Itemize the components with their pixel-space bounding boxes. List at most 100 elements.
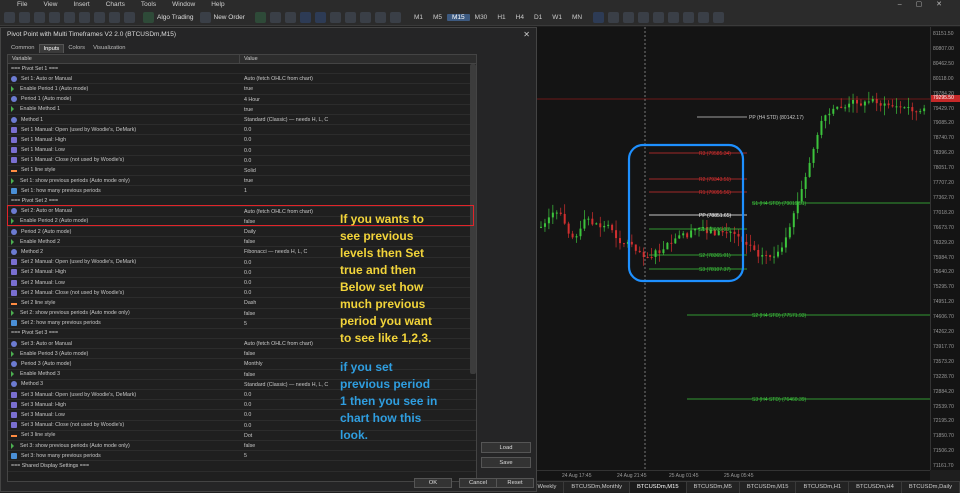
load-button[interactable]: Load [481, 442, 531, 453]
timeframe-d1[interactable]: D1 [529, 14, 547, 21]
table-row[interactable]: Period 1 (Auto mode) 4 Hour [8, 95, 476, 105]
price-chart[interactable]: PP (H4 STD) (80142.17) R3 (79585.34) R2 (7… [537, 27, 930, 470]
ide-icon[interactable] [109, 11, 120, 23]
zoom-in-icon[interactable] [299, 11, 311, 23]
menu-item-help[interactable]: Help [203, 1, 232, 8]
table-row[interactable]: Enable Period 3 (Auto mode) false [8, 349, 476, 360]
menu-item-tools[interactable]: Tools [133, 1, 164, 8]
row-value[interactable]: 0.0 [240, 125, 476, 134]
indicators-icon[interactable] [374, 11, 386, 23]
chart-shift-icon[interactable] [359, 11, 371, 23]
table-row[interactable]: Set 1 Manual: Low 0.0 [8, 146, 476, 156]
window-controls[interactable]: – ▢ ✕ [890, 0, 956, 8]
equidistant-channel-icon[interactable] [668, 11, 680, 23]
crosshair-icon[interactable] [608, 11, 620, 23]
row-value[interactable]: 0.0 [240, 146, 476, 155]
cancel-button[interactable]: Cancel [459, 478, 497, 488]
row-value[interactable]: true [240, 105, 476, 114]
tab-colors[interactable]: Colors [64, 44, 89, 53]
row-value[interactable]: 0.0 [240, 156, 476, 165]
terminal-icon[interactable] [79, 11, 90, 23]
table-row[interactable]: Set 1: how many previous periods 1 [8, 186, 476, 197]
chart-tab[interactable]: BTCUSDm,H1 [796, 481, 850, 493]
chart-tab[interactable]: BTCUSDm,H4 [849, 481, 902, 493]
chart-tab[interactable]: BTCUSDm,M15 [630, 481, 687, 493]
line-chart-icon[interactable] [284, 11, 296, 23]
timeframe-mn[interactable]: MN [567, 14, 587, 21]
zoom-out-icon[interactable] [314, 11, 326, 23]
horizontal-line-icon[interactable] [638, 11, 650, 23]
table-row[interactable]: Set 3: how many previous periods 5 [8, 451, 476, 462]
reset-button[interactable]: Reset [496, 478, 534, 488]
table-row[interactable]: Set 1 Manual: High 0.0 [8, 135, 476, 146]
menu-item-charts[interactable]: Charts [98, 1, 133, 8]
table-row[interactable]: Enable Period 1 (Auto mode) true [8, 84, 476, 95]
profiles-icon[interactable] [19, 11, 30, 23]
row-value[interactable] [240, 64, 476, 73]
menu-item-view[interactable]: View [35, 1, 65, 8]
tab-inputs[interactable]: Inputs [38, 44, 65, 53]
row-value[interactable] [240, 461, 476, 470]
vertical-line-icon[interactable] [623, 11, 635, 23]
algo-trading-button[interactable]: Algo Trading [157, 14, 194, 21]
table-row[interactable]: Set 1 line style Solid [8, 166, 476, 177]
timeframe-m30[interactable]: M30 [470, 14, 493, 21]
row-value[interactable]: 0.0 [240, 135, 476, 144]
table-row[interactable]: Set 1: show previous periods (Auto mode … [8, 176, 476, 187]
row-value[interactable] [240, 196, 476, 205]
new-order-icon[interactable] [199, 11, 211, 23]
chart-tab[interactable]: BTCUSDm,Daily [902, 481, 960, 493]
chart-tab[interactable]: BTCUSDm,M15 [740, 481, 797, 493]
table-scrollbar[interactable] [470, 64, 476, 374]
autoscroll-icon[interactable] [344, 11, 356, 23]
new-chart-icon[interactable] [4, 11, 15, 23]
candlestick-icon[interactable] [269, 11, 281, 23]
menu-item-insert[interactable]: Insert [65, 1, 97, 8]
timeframe-w1[interactable]: W1 [547, 14, 567, 21]
tab-common[interactable]: Common [7, 44, 39, 53]
ok-button[interactable]: OK [414, 478, 452, 488]
row-value[interactable]: 1 [240, 186, 476, 195]
bar-chart-icon[interactable] [254, 11, 266, 23]
data-window-icon[interactable] [64, 11, 75, 23]
chart-tab[interactable]: BTCUSDm,Monthly [564, 481, 630, 493]
timeframe-m1[interactable]: M1 [409, 14, 428, 21]
tab-visualization[interactable]: Visualization [89, 44, 129, 53]
timeframe-h4[interactable]: H4 [511, 14, 529, 21]
fibonacci-icon[interactable] [683, 11, 695, 23]
grid-icon[interactable] [329, 11, 341, 23]
save-button[interactable]: Save [481, 457, 531, 468]
options-icon[interactable] [124, 11, 135, 23]
row-value[interactable]: false [240, 349, 476, 358]
algo-trading-icon[interactable] [143, 11, 154, 23]
timeframe-m15[interactable]: M15 [447, 13, 470, 21]
table-row[interactable]: Enable Method 1 true [8, 105, 476, 115]
cursor-icon[interactable] [593, 11, 605, 23]
close-icon[interactable]: ✕ [523, 30, 530, 39]
timeframe-m5[interactable]: M5 [428, 14, 447, 21]
table-row[interactable]: Set 1: Auto or Manual Auto (fetch OHLC fr… [8, 74, 476, 85]
strategy-tester-icon[interactable] [94, 11, 105, 23]
shapes-icon[interactable] [713, 11, 725, 23]
table-row[interactable]: Set 1 Manual: Open (used by Woodie's, De… [8, 125, 476, 136]
row-value[interactable]: 5 [240, 451, 476, 460]
chart-tab[interactable]: BTCUSDm,M5 [687, 481, 740, 493]
templates-icon[interactable] [389, 11, 401, 23]
market-watch-icon[interactable] [34, 11, 45, 23]
row-value[interactable]: true [240, 84, 476, 93]
table-row[interactable]: Set 1 Manual: Close (not used by Woodie'… [8, 156, 476, 166]
table-row[interactable]: === Shared Display Settings === [8, 461, 476, 472]
text-tool-icon[interactable] [698, 11, 710, 23]
trendline-icon[interactable] [653, 11, 665, 23]
table-row[interactable]: === Pivot Set 1 === [8, 64, 476, 75]
row-value[interactable]: Solid [240, 166, 476, 175]
new-order-button[interactable]: New Order [214, 14, 245, 21]
row-value[interactable]: true [240, 176, 476, 185]
row-value[interactable]: Standard (Classic) — needs H, L, C [240, 115, 476, 124]
navigator-icon[interactable] [49, 11, 60, 23]
timeframe-h1[interactable]: H1 [492, 14, 510, 21]
table-row[interactable]: Method 1 Standard (Classic) — needs H, L,… [8, 115, 476, 126]
row-value[interactable]: Auto (fetch OHLC from chart) [240, 74, 476, 83]
row-value[interactable]: 4 Hour [240, 95, 476, 104]
menu-item-window[interactable]: Window [164, 1, 203, 8]
